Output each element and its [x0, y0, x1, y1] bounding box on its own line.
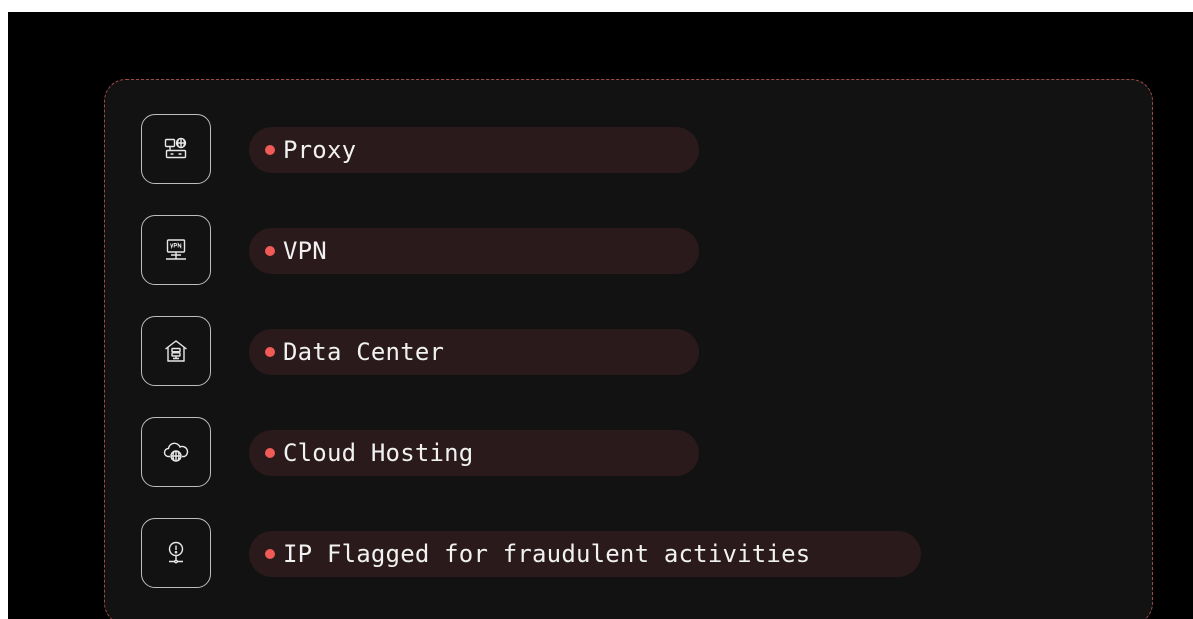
signal-label: Cloud Hosting: [283, 439, 474, 467]
dark-stage: Proxy VPN Data Center Cloud Hosting IP F…: [8, 12, 1193, 619]
signal-label: VPN: [283, 237, 327, 265]
signal-pill-ip-flagged: IP Flagged for fraudulent activities: [249, 531, 921, 577]
list-item: IP Flagged for fraudulent activities: [105, 518, 1152, 590]
risk-signal-card: Proxy VPN Data Center Cloud Hosting IP F…: [104, 79, 1153, 619]
vpn-monitor-icon: [141, 215, 211, 285]
signal-label: Proxy: [283, 136, 357, 164]
signal-pill-proxy: Proxy: [249, 127, 699, 173]
list-item: Cloud Hosting: [105, 417, 1152, 489]
status-dot: [265, 549, 275, 559]
signal-label: IP Flagged for fraudulent activities: [283, 540, 811, 568]
alert-pin-icon: [141, 518, 211, 588]
signal-pill-vpn: VPN: [249, 228, 699, 274]
signal-pill-data-center: Data Center: [249, 329, 699, 375]
cloud-globe-icon: [141, 417, 211, 487]
status-dot: [265, 246, 275, 256]
status-dot: [265, 347, 275, 357]
page: Proxy VPN Data Center Cloud Hosting IP F…: [0, 0, 1193, 619]
status-dot: [265, 448, 275, 458]
list-item: Proxy: [105, 114, 1152, 186]
list-item: VPN: [105, 215, 1152, 287]
data-center-icon: [141, 316, 211, 386]
proxy-network-icon: [141, 114, 211, 184]
status-dot: [265, 145, 275, 155]
list-item: Data Center: [105, 316, 1152, 388]
signal-pill-cloud-hosting: Cloud Hosting: [249, 430, 699, 476]
signal-label: Data Center: [283, 338, 445, 366]
